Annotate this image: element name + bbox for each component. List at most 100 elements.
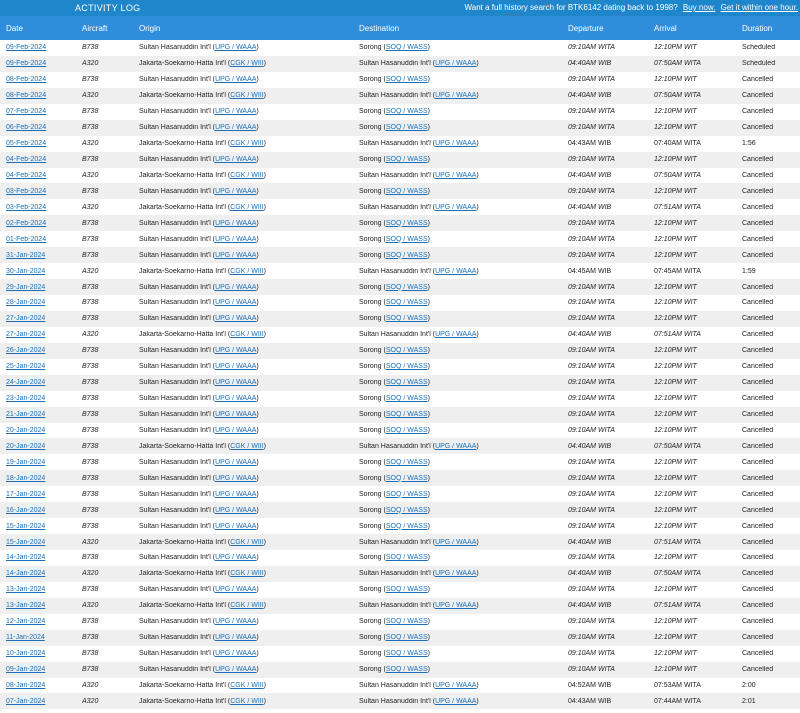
destination-code-link[interactable]: UPG / WAAA <box>435 682 476 689</box>
origin-code-link[interactable]: UPG / WAAA <box>215 363 256 370</box>
origin-code-link[interactable]: UPG / WAAA <box>215 379 256 386</box>
origin-code-link[interactable]: CGK / WIII <box>230 60 263 67</box>
origin-code-link[interactable]: CGK / WIII <box>230 92 263 99</box>
date-link[interactable]: 14-Jan-2024 <box>6 570 45 577</box>
origin-code-link[interactable]: UPG / WAAA <box>215 586 256 593</box>
date-link[interactable]: 27-Jan-2024 <box>6 331 45 338</box>
destination-code-link[interactable]: UPG / WAAA <box>435 331 476 338</box>
destination-code-link[interactable]: UPG / WAAA <box>435 443 476 450</box>
origin-code-link[interactable]: CGK / WIII <box>230 570 263 577</box>
origin-code-link[interactable]: CGK / WIII <box>230 539 263 546</box>
destination-code-link[interactable]: UPG / WAAA <box>435 698 476 705</box>
date-link[interactable]: 07-Feb-2024 <box>6 108 46 115</box>
col-header-duration[interactable]: Duration <box>742 24 800 33</box>
destination-code-link[interactable]: SOQ / WASS <box>386 252 428 259</box>
destination-code-link[interactable]: SOQ / WASS <box>386 650 428 657</box>
date-link[interactable]: 20-Jan-2024 <box>6 443 45 450</box>
date-link[interactable]: 04-Feb-2024 <box>6 156 46 163</box>
origin-code-link[interactable]: UPG / WAAA <box>215 475 256 482</box>
destination-code-link[interactable]: UPG / WAAA <box>435 570 476 577</box>
date-link[interactable]: 31-Jan-2024 <box>6 252 45 259</box>
origin-code-link[interactable]: UPG / WAAA <box>215 427 256 434</box>
destination-code-link[interactable]: UPG / WAAA <box>435 539 476 546</box>
destination-code-link[interactable]: SOQ / WASS <box>386 76 428 83</box>
date-link[interactable]: 27-Jan-2024 <box>6 315 45 322</box>
get-it-link[interactable]: Get it within one hour. <box>721 3 798 12</box>
origin-code-link[interactable]: CGK / WIII <box>230 172 263 179</box>
date-link[interactable]: 10-Jan-2024 <box>6 650 45 657</box>
origin-code-link[interactable]: UPG / WAAA <box>215 491 256 498</box>
destination-code-link[interactable]: UPG / WAAA <box>435 60 476 67</box>
col-header-departure[interactable]: Departure <box>568 24 654 33</box>
col-header-date[interactable]: Date <box>0 24 82 33</box>
origin-code-link[interactable]: UPG / WAAA <box>215 156 256 163</box>
destination-code-link[interactable]: SOQ / WASS <box>386 411 428 418</box>
date-link[interactable]: 26-Jan-2024 <box>6 347 45 354</box>
date-link[interactable]: 19-Jan-2024 <box>6 459 45 466</box>
date-link[interactable]: 15-Jan-2024 <box>6 523 45 530</box>
date-link[interactable]: 30-Jan-2024 <box>6 268 45 275</box>
origin-code-link[interactable]: CGK / WIII <box>230 602 263 609</box>
date-link[interactable]: 04-Feb-2024 <box>6 172 46 179</box>
date-link[interactable]: 09-Jan-2024 <box>6 666 45 673</box>
date-link[interactable]: 08-Feb-2024 <box>6 92 46 99</box>
date-link[interactable]: 02-Feb-2024 <box>6 220 46 227</box>
origin-code-link[interactable]: UPG / WAAA <box>215 634 256 641</box>
destination-code-link[interactable]: SOQ / WASS <box>386 523 428 530</box>
origin-code-link[interactable]: CGK / WIII <box>230 331 263 338</box>
date-link[interactable]: 18-Jan-2024 <box>6 475 45 482</box>
origin-code-link[interactable]: CGK / WIII <box>230 443 263 450</box>
destination-code-link[interactable]: SOQ / WASS <box>386 586 428 593</box>
origin-code-link[interactable]: UPG / WAAA <box>215 236 256 243</box>
origin-code-link[interactable]: UPG / WAAA <box>215 76 256 83</box>
date-link[interactable]: 28-Jan-2024 <box>6 299 45 306</box>
origin-code-link[interactable]: UPG / WAAA <box>215 523 256 530</box>
destination-code-link[interactable]: UPG / WAAA <box>435 268 476 275</box>
destination-code-link[interactable]: SOQ / WASS <box>386 220 428 227</box>
date-link[interactable]: 08-Feb-2024 <box>6 76 46 83</box>
date-link[interactable]: 13-Jan-2024 <box>6 586 45 593</box>
origin-code-link[interactable]: UPG / WAAA <box>215 395 256 402</box>
date-link[interactable]: 11-Jan-2024 <box>6 634 45 641</box>
destination-code-link[interactable]: UPG / WAAA <box>435 140 476 147</box>
origin-code-link[interactable]: UPG / WAAA <box>215 507 256 514</box>
date-link[interactable]: 03-Feb-2024 <box>6 188 46 195</box>
destination-code-link[interactable]: SOQ / WASS <box>386 554 428 561</box>
origin-code-link[interactable]: UPG / WAAA <box>215 411 256 418</box>
destination-code-link[interactable]: UPG / WAAA <box>435 92 476 99</box>
date-link[interactable]: 01-Feb-2024 <box>6 236 46 243</box>
destination-code-link[interactable]: SOQ / WASS <box>386 507 428 514</box>
destination-code-link[interactable]: SOQ / WASS <box>386 475 428 482</box>
origin-code-link[interactable]: UPG / WAAA <box>215 299 256 306</box>
col-header-aircraft[interactable]: Aircraft <box>82 24 139 33</box>
date-link[interactable]: 25-Jan-2024 <box>6 363 45 370</box>
origin-code-link[interactable]: UPG / WAAA <box>215 220 256 227</box>
origin-code-link[interactable]: UPG / WAAA <box>215 44 256 51</box>
destination-code-link[interactable]: SOQ / WASS <box>386 491 428 498</box>
origin-code-link[interactable]: CGK / WIII <box>230 698 263 705</box>
destination-code-link[interactable]: SOQ / WASS <box>386 618 428 625</box>
destination-code-link[interactable]: UPG / WAAA <box>435 172 476 179</box>
date-link[interactable]: 09-Feb-2024 <box>6 60 46 67</box>
date-link[interactable]: 24-Jan-2024 <box>6 379 45 386</box>
destination-code-link[interactable]: SOQ / WASS <box>386 284 428 291</box>
date-link[interactable]: 12-Jan-2024 <box>6 618 45 625</box>
col-header-destination[interactable]: Destination <box>359 24 568 33</box>
date-link[interactable]: 23-Jan-2024 <box>6 395 45 402</box>
date-link[interactable]: 09-Feb-2024 <box>6 44 46 51</box>
col-header-origin[interactable]: Origin <box>139 24 359 33</box>
origin-code-link[interactable]: CGK / WIII <box>230 140 263 147</box>
origin-code-link[interactable]: CGK / WIII <box>230 682 263 689</box>
origin-code-link[interactable]: UPG / WAAA <box>215 666 256 673</box>
destination-code-link[interactable]: SOQ / WASS <box>386 236 428 243</box>
origin-code-link[interactable]: UPG / WAAA <box>215 650 256 657</box>
destination-code-link[interactable]: SOQ / WASS <box>386 188 428 195</box>
origin-code-link[interactable]: UPG / WAAA <box>215 108 256 115</box>
origin-code-link[interactable]: UPG / WAAA <box>215 188 256 195</box>
date-link[interactable]: 15-Jan-2024 <box>6 539 45 546</box>
destination-code-link[interactable]: UPG / WAAA <box>435 602 476 609</box>
date-link[interactable]: 16-Jan-2024 <box>6 507 45 514</box>
origin-code-link[interactable]: UPG / WAAA <box>215 284 256 291</box>
destination-code-link[interactable]: SOQ / WASS <box>386 347 428 354</box>
destination-code-link[interactable]: SOQ / WASS <box>386 634 428 641</box>
